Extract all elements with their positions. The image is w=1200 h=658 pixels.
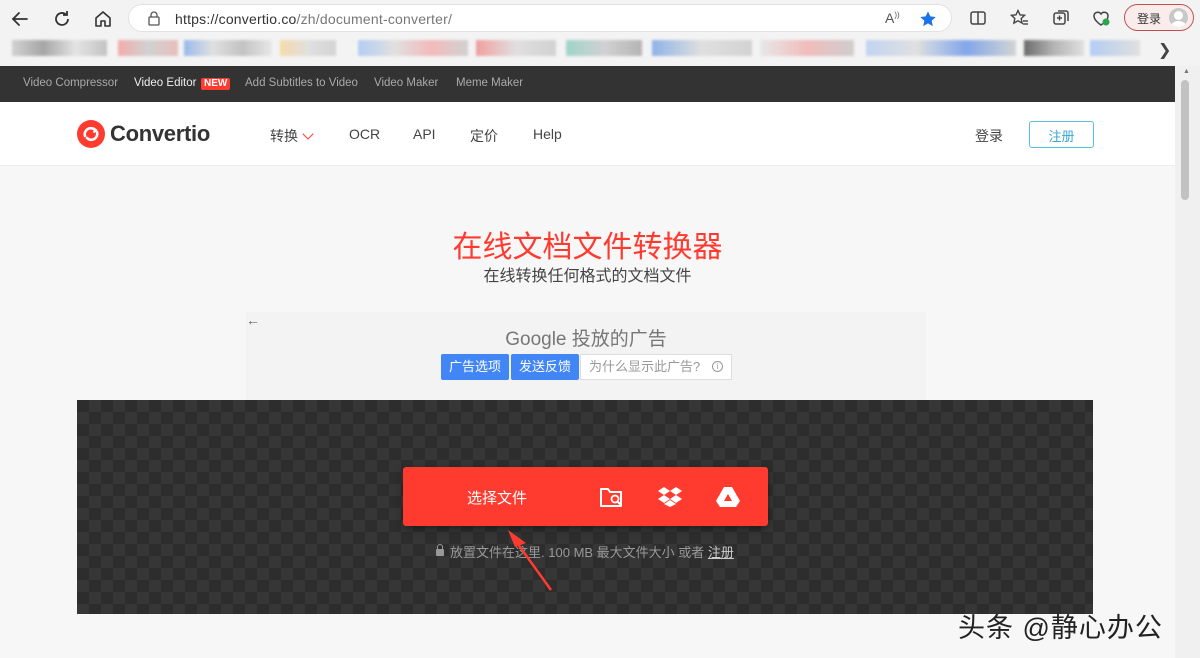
favorites-item[interactable]	[12, 40, 107, 56]
url-path: /zh/document-converter/	[296, 11, 453, 27]
star-icon[interactable]	[919, 10, 937, 28]
signup-label: 注册	[1048, 129, 1075, 144]
reload-icon[interactable]	[51, 8, 73, 30]
chevron-down-icon[interactable]	[302, 128, 314, 140]
promo-link[interactable]: Video Maker	[374, 77, 438, 89]
drop-note: 放置文件在这里. 100 MB 最大文件大小 或者 注册	[77, 542, 1093, 561]
split-screen-icon[interactable]	[968, 8, 988, 28]
lock-icon[interactable]	[147, 11, 161, 26]
favorites-item[interactable]	[184, 40, 272, 56]
drop-note-text: 放置文件在这里. 100 MB 最大文件大小 或者	[450, 545, 705, 560]
chevron-right-icon[interactable]: ❯	[1158, 40, 1171, 60]
ad-why-label: 为什么显示此广告?	[589, 359, 701, 374]
promo-link[interactable]: Meme Maker	[456, 77, 523, 89]
choose-file-button[interactable]: 选择文件	[403, 467, 768, 526]
url-host: https://convertio.co	[175, 11, 297, 27]
nav-pricing[interactable]: 定价	[470, 126, 498, 146]
favorites-item[interactable]	[118, 40, 178, 56]
drop-signup-link[interactable]: 注册	[708, 545, 734, 560]
favorites-item[interactable]	[866, 40, 1016, 56]
promo-link[interactable]: Add Subtitles to Video	[245, 77, 358, 89]
lock-icon	[436, 544, 445, 556]
ad-options-button[interactable]: 广告选项	[441, 354, 510, 380]
nav-api[interactable]: API	[413, 126, 436, 142]
extensions-icon[interactable]	[1091, 8, 1111, 28]
favorites-item[interactable]	[1024, 40, 1084, 56]
page-scrollbar[interactable]: ▲	[1175, 66, 1200, 658]
google-drive-icon[interactable]	[715, 485, 741, 509]
home-icon[interactable]	[92, 8, 114, 30]
site-header: Convertio 转换 OCR API 定价 Help 登录 注册	[0, 102, 1175, 166]
ad-panel: ← Google 投放的广告 广告选项 发送反馈 为什么显示此广告? i	[246, 312, 926, 400]
file-drop-zone[interactable]: 选择文件 放置文件在这里. 100 MB 最大文件大小 或者 注册	[77, 400, 1093, 614]
choose-file-label: 选择文件	[467, 490, 528, 507]
ad-title: Google 投放的广告	[505, 329, 667, 350]
signup-button[interactable]: 注册	[1029, 121, 1094, 148]
browser-chrome: https://convertio.co/zh/document-convert…	[0, 0, 1200, 66]
login-link[interactable]: 登录	[975, 126, 1003, 146]
favorites-item[interactable]	[652, 40, 752, 56]
promo-strip: Video Compressor Video Editor NEW Add Su…	[0, 66, 1175, 102]
url-text[interactable]: https://convertio.co/zh/document-convert…	[175, 11, 452, 27]
favorites-bar	[0, 36, 1200, 66]
watermark-text: 头条 @静心办公	[958, 613, 1163, 643]
nav-help[interactable]: Help	[533, 126, 562, 142]
profile-icon	[1169, 8, 1188, 27]
info-icon: i	[712, 361, 723, 372]
favorites-item[interactable]	[566, 40, 642, 56]
favorites-item[interactable]	[760, 40, 854, 56]
browser-login-button[interactable]: 登录	[1124, 4, 1194, 31]
folder-search-icon[interactable]	[599, 485, 625, 509]
collections-icon[interactable]	[1051, 8, 1071, 28]
back-icon[interactable]	[9, 8, 31, 30]
brand-name[interactable]: Convertio	[110, 121, 210, 147]
scrollbar-thumb[interactable]	[1181, 80, 1189, 200]
favorites-item[interactable]	[1090, 40, 1140, 56]
favorites-item[interactable]	[476, 40, 556, 56]
favorites-icon[interactable]	[1009, 8, 1029, 28]
nav-ocr[interactable]: OCR	[349, 126, 380, 142]
ad-why-button[interactable]: 为什么显示此广告? i	[580, 354, 732, 380]
ad-feedback-button[interactable]: 发送反馈	[511, 354, 580, 380]
promo-link-active[interactable]: Video Editor	[134, 77, 196, 89]
promo-link[interactable]: Video Compressor	[23, 77, 118, 89]
favorites-item[interactable]	[358, 40, 468, 56]
page-title: 在线文档文件转换器	[452, 231, 723, 264]
read-aloud-icon[interactable]: A))	[885, 10, 900, 26]
favorites-item[interactable]	[280, 40, 336, 56]
new-badge: NEW	[201, 78, 231, 90]
convertio-logo-icon[interactable]	[77, 120, 105, 148]
scroll-up-icon[interactable]: ▲	[1183, 68, 1190, 75]
dropbox-icon[interactable]	[657, 485, 683, 509]
page-subtitle: 在线转换任何格式的文档文件	[483, 268, 692, 285]
nav-convert[interactable]: 转换	[270, 126, 298, 146]
address-bar[interactable]: https://convertio.co/zh/document-convert…	[128, 4, 952, 32]
browser-login-label: 登录	[1137, 12, 1162, 26]
